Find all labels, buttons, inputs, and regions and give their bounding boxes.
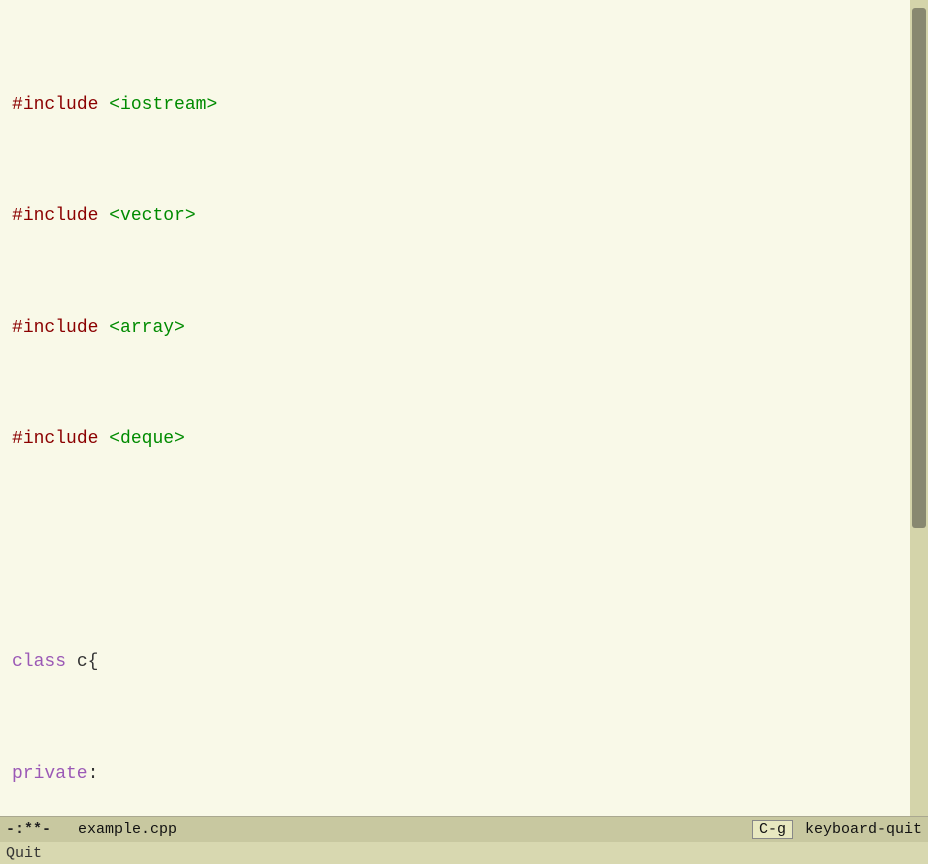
code-line: private: xyxy=(12,761,898,789)
status-bar: -:**- example.cpp C-g keyboard-quit xyxy=(0,816,928,842)
scrollbar[interactable] xyxy=(910,0,928,816)
code-line: #include <iostream> xyxy=(12,92,898,120)
status-filename: example.cpp xyxy=(78,821,740,838)
minibuffer-text: Quit xyxy=(6,845,42,862)
status-keybind-name: keyboard-quit xyxy=(805,821,922,838)
code-line xyxy=(12,538,898,566)
status-keybind-label: C-g xyxy=(752,820,793,839)
code-line: #include <vector> xyxy=(12,203,898,231)
code-content[interactable]: #include <iostream> #include <vector> #i… xyxy=(0,0,910,816)
minibuffer: Quit xyxy=(0,842,928,864)
code-line: #include <array> xyxy=(12,315,898,343)
code-line: #include <deque> xyxy=(12,426,898,454)
scrollbar-thumb[interactable] xyxy=(912,8,926,528)
code-line: class c{ xyxy=(12,649,898,677)
editor-area: #include <iostream> #include <vector> #i… xyxy=(0,0,928,816)
status-mode: -:**- xyxy=(6,821,66,838)
